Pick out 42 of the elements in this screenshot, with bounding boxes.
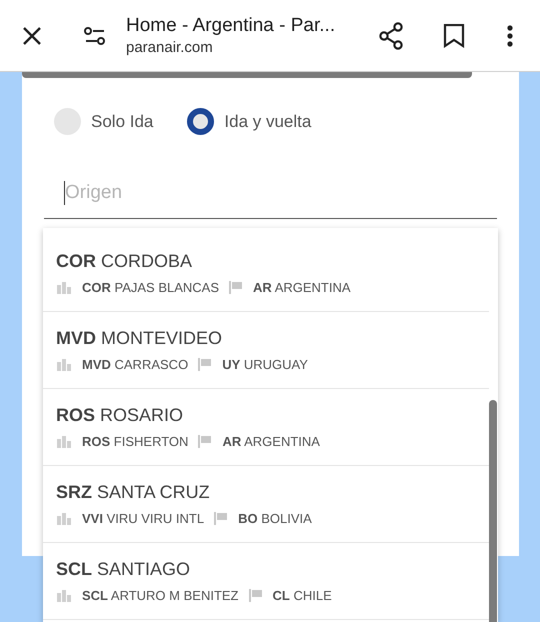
city-name: COR CORDOBA (56, 250, 192, 272)
page-url: paranair.com (126, 38, 214, 58)
buildings-icon (56, 281, 72, 294)
country-name: AR ARGENTINA (222, 433, 320, 451)
airport-option[interactable]: MVD MONTEVIDEO MVD CARRASCO UY URUGUAY (43, 312, 489, 389)
flag-icon (214, 512, 228, 526)
buildings-icon (56, 589, 72, 602)
radio-label: Solo Ida (91, 110, 154, 133)
airport-name: COR PAJAS BLANCAS (82, 279, 220, 297)
city-name: SRZ SANTA CRUZ (56, 481, 210, 503)
city-name: ROS ROSARIO (56, 404, 184, 426)
more-options-icon[interactable] (506, 25, 514, 47)
country-name: BO BOLIVIA (238, 510, 312, 528)
page-title: Home - Argentina - Par... (126, 14, 336, 38)
flag-icon (198, 358, 212, 372)
radio-button[interactable] (54, 108, 81, 135)
flag-icon (198, 435, 212, 448)
airport-name: SCL ARTURO M BENITEZ (82, 587, 238, 605)
airport-option[interactable]: COR CORDOBA COR PAJAS BLANCAS AR ARGENTINA (43, 235, 489, 312)
close-icon[interactable] (22, 26, 42, 46)
airport-name: VVI VIRU VIRU INTL (82, 510, 204, 528)
city-name: SCL SANTIAGO (56, 558, 190, 580)
share-icon[interactable] (378, 22, 404, 50)
scrollbar-thumb[interactable] (489, 400, 497, 622)
radio-button[interactable] (187, 108, 214, 135)
bookmark-icon[interactable] (443, 24, 465, 48)
country-name: UY URUGUAY (222, 356, 308, 374)
city-name: MVD MONTEVIDEO (56, 327, 222, 349)
radio-label: Ida y vuelta (224, 110, 312, 133)
origin-field[interactable]: Origen (44, 167, 497, 219)
flag-icon (248, 589, 262, 602)
country-name: AR ARGENTINA (253, 279, 351, 297)
buildings-icon (56, 512, 72, 526)
airport-name: MVD CARRASCO (82, 356, 188, 374)
buildings-icon (56, 435, 72, 448)
flag-icon (229, 281, 244, 294)
airport-name: ROS FISHERTON (82, 433, 188, 451)
buildings-icon (56, 358, 72, 372)
airport-option[interactable]: ROS ROSARIO ROS FISHERTON AR ARGENTINA (43, 389, 489, 466)
settings-sliders-icon[interactable] (84, 26, 106, 46)
country-name: CL CHILE (272, 587, 332, 605)
text-cursor (64, 181, 65, 205)
